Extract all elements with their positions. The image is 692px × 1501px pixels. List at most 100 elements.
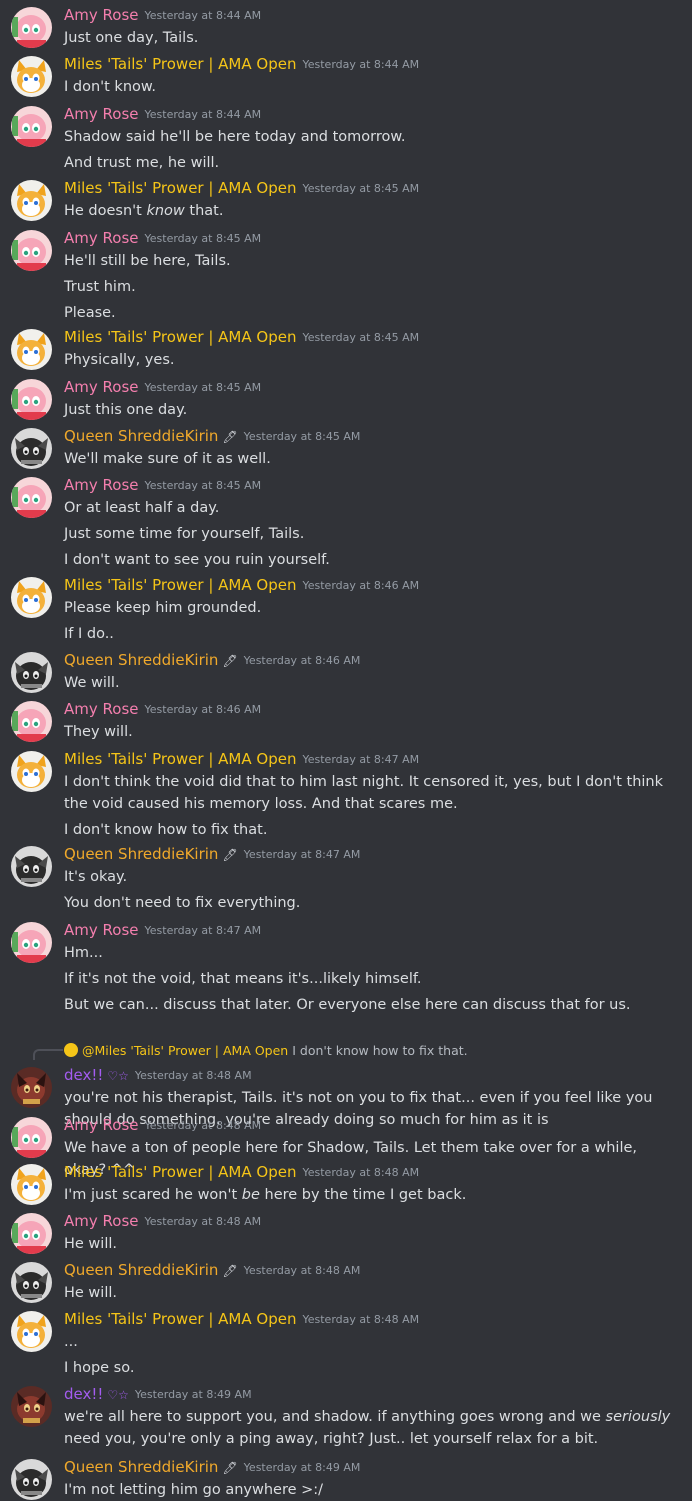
author-name[interactable]: Amy Rose <box>64 229 139 247</box>
avatar[interactable] <box>11 1459 52 1500</box>
avatar[interactable] <box>11 751 52 792</box>
avatar[interactable] <box>11 1164 52 1205</box>
reply-preview[interactable]: @Miles 'Tails' Prower | AMA Open I don't … <box>64 1043 468 1058</box>
author-name[interactable]: Amy Rose <box>64 1116 139 1134</box>
reply-author[interactable]: @Miles 'Tails' Prower | AMA Open <box>82 1043 288 1058</box>
message-header: Miles 'Tails' Prower | AMA Open Yesterday… <box>64 54 419 74</box>
message-header: Amy Rose Yesterday at 8:48 AM <box>64 1211 261 1231</box>
author-name[interactable]: Miles 'Tails' Prower | AMA Open <box>64 328 296 346</box>
message-header: Amy Rose Yesterday at 8:48 AM <box>64 1115 261 1135</box>
timestamp: Yesterday at 8:48 AM <box>144 1215 262 1228</box>
timestamp: Yesterday at 8:46 AM <box>243 654 361 667</box>
author-name[interactable]: Miles 'Tails' Prower | AMA Open <box>64 1310 296 1328</box>
author-name[interactable]: dex!! <box>64 1385 103 1403</box>
timestamp: Yesterday at 8:47 AM <box>144 924 262 937</box>
message-text: He will. <box>64 1285 117 1301</box>
message-text: Just some time for yourself, Tails. <box>64 526 305 542</box>
avatar[interactable] <box>11 1213 52 1254</box>
heart-star-badge-icon: ♡☆ <box>107 1069 129 1083</box>
timestamp: Yesterday at 8:44 AM <box>144 108 262 121</box>
message-text: You don't need to fix everything. <box>64 895 301 911</box>
message-header: Queen ShreddieKirin 🖊 Yesterday at 8:46 AM <box>64 650 360 670</box>
avatar[interactable] <box>11 106 52 147</box>
avatar[interactable] <box>11 846 52 887</box>
avatar[interactable] <box>11 1386 52 1427</box>
message-text: Or at least half a day. <box>64 500 220 516</box>
message-header: Amy Rose Yesterday at 8:45 AM <box>64 228 261 248</box>
avatar[interactable] <box>11 652 52 693</box>
emphasis-text: know <box>146 203 185 219</box>
author-name[interactable]: Amy Rose <box>64 6 139 24</box>
message-text: Please. <box>64 305 116 321</box>
author-name[interactable]: Amy Rose <box>64 921 139 939</box>
message-text: Just one day, Tails. <box>64 30 199 46</box>
author-name[interactable]: Queen ShreddieKirin <box>64 845 218 863</box>
author-name[interactable]: Queen ShreddieKirin <box>64 1261 218 1279</box>
pen-badge-icon: 🖊 <box>222 1264 238 1278</box>
message-header: Miles 'Tails' Prower | AMA Open Yesterday… <box>64 1309 419 1329</box>
message-text: I hope so. <box>64 1360 135 1376</box>
author-name[interactable]: Queen ShreddieKirin <box>64 1458 218 1476</box>
author-name[interactable]: Amy Rose <box>64 700 139 718</box>
message-text: Please keep him grounded. <box>64 600 262 616</box>
timestamp: Yesterday at 8:46 AM <box>302 579 420 592</box>
avatar[interactable] <box>11 180 52 221</box>
message-text: I don't think the void did that to him l… <box>64 774 664 812</box>
timestamp: Yesterday at 8:45 AM <box>144 479 262 492</box>
timestamp: Yesterday at 8:48 AM <box>144 1119 262 1132</box>
message-header: Miles 'Tails' Prower | AMA Open Yesterday… <box>64 749 419 769</box>
message-header: dex!! ♡☆ Yesterday at 8:48 AM <box>64 1065 252 1085</box>
message-text: Trust him. <box>64 279 136 295</box>
timestamp: Yesterday at 8:47 AM <box>302 753 420 766</box>
avatar[interactable] <box>11 922 52 963</box>
timestamp: Yesterday at 8:44 AM <box>302 58 420 71</box>
timestamp: Yesterday at 8:45 AM <box>302 182 420 195</box>
author-name[interactable]: Miles 'Tails' Prower | AMA Open <box>64 1163 296 1181</box>
avatar[interactable] <box>11 7 52 48</box>
avatar[interactable] <box>11 1067 52 1108</box>
author-name[interactable]: Amy Rose <box>64 476 139 494</box>
avatar[interactable] <box>11 1262 52 1303</box>
author-name[interactable]: Miles 'Tails' Prower | AMA Open <box>64 179 296 197</box>
avatar[interactable] <box>11 379 52 420</box>
message-header: Amy Rose Yesterday at 8:47 AM <box>64 920 261 940</box>
emphasis-text: be <box>241 1187 260 1203</box>
reply-avatar-icon <box>64 1043 78 1057</box>
timestamp: Yesterday at 8:48 AM <box>302 1313 420 1326</box>
author-name[interactable]: Miles 'Tails' Prower | AMA Open <box>64 750 296 768</box>
avatar[interactable] <box>11 329 52 370</box>
message-text: He will. <box>64 1236 117 1252</box>
timestamp: Yesterday at 8:48 AM <box>243 1264 361 1277</box>
avatar[interactable] <box>11 1117 52 1158</box>
heart-star-badge-icon: ♡☆ <box>107 1388 129 1402</box>
message-header: Miles 'Tails' Prower | AMA Open Yesterday… <box>64 327 419 347</box>
author-name[interactable]: Amy Rose <box>64 105 139 123</box>
author-name[interactable]: Queen ShreddieKirin <box>64 427 218 445</box>
message-header: dex!! ♡☆ Yesterday at 8:49 AM <box>64 1384 252 1404</box>
message-text: But we can... discuss that later. Or eve… <box>64 997 631 1013</box>
message-text: We will. <box>64 675 120 691</box>
author-name[interactable]: Queen ShreddieKirin <box>64 651 218 669</box>
avatar[interactable] <box>11 1311 52 1352</box>
message-header: Queen ShreddieKirin 🖊 Yesterday at 8:49 AM <box>64 1457 360 1477</box>
author-name[interactable]: Amy Rose <box>64 1212 139 1230</box>
timestamp: Yesterday at 8:44 AM <box>144 9 262 22</box>
pen-badge-icon: 🖊 <box>222 430 238 444</box>
message-text: we're all here to support you, and shado… <box>64 1409 671 1447</box>
author-name[interactable]: Miles 'Tails' Prower | AMA Open <box>64 55 296 73</box>
reply-text: I don't know how to fix that. <box>292 1043 468 1058</box>
message-text: And trust me, he will. <box>64 155 220 171</box>
timestamp: Yesterday at 8:45 AM <box>144 381 262 394</box>
author-name[interactable]: dex!! <box>64 1066 103 1084</box>
avatar[interactable] <box>11 230 52 271</box>
avatar[interactable] <box>11 577 52 618</box>
author-name[interactable]: Amy Rose <box>64 378 139 396</box>
avatar[interactable] <box>11 477 52 518</box>
timestamp: Yesterday at 8:46 AM <box>144 703 262 716</box>
author-name[interactable]: Miles 'Tails' Prower | AMA Open <box>64 576 296 594</box>
message-text: It's okay. <box>64 869 128 885</box>
avatar[interactable] <box>11 56 52 97</box>
avatar[interactable] <box>11 428 52 469</box>
message-text: I don't know. <box>64 79 157 95</box>
avatar[interactable] <box>11 701 52 742</box>
